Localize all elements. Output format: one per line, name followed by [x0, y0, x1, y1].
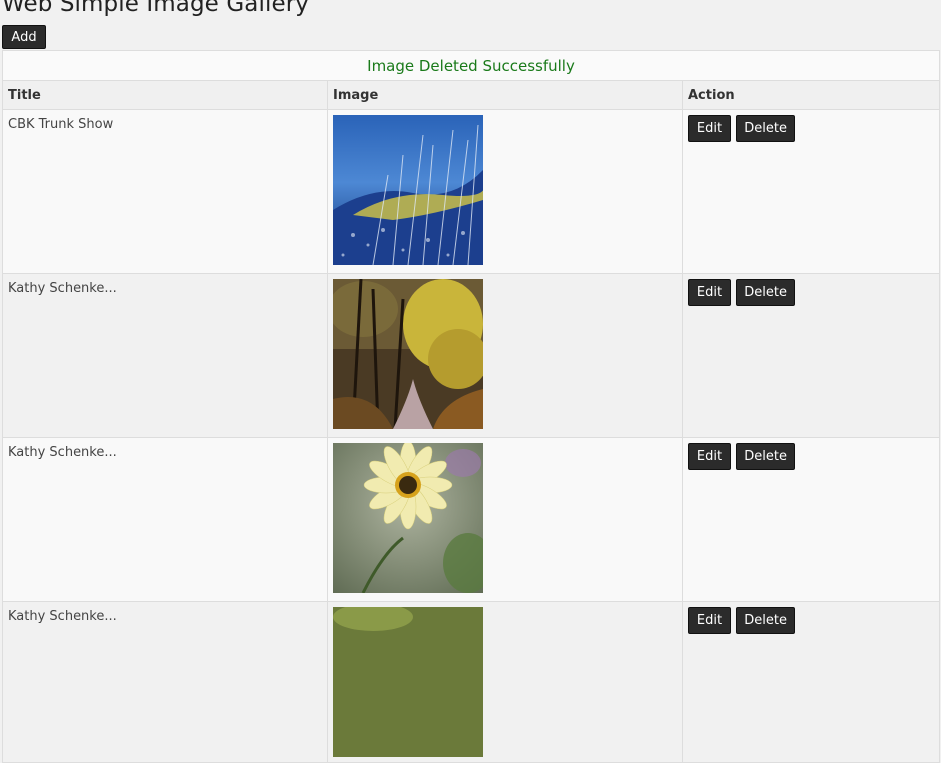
action-cell: Edit Delete — [682, 601, 940, 763]
table-row: CBK Trunk Show Edit Delete — [2, 109, 940, 274]
edit-button[interactable]: Edit — [688, 443, 731, 470]
edit-button[interactable]: Edit — [688, 115, 731, 142]
row-title: Kathy Schenke... — [2, 273, 328, 438]
column-header-title: Title — [2, 80, 328, 110]
column-header-action: Action — [682, 80, 940, 110]
blue-grass-image[interactable] — [333, 115, 483, 265]
image-cell — [327, 601, 683, 763]
autumn-path-image[interactable] — [333, 279, 483, 429]
delete-button[interactable]: Delete — [736, 279, 796, 306]
gallery-table: Image Deleted Successfully Title Image A… — [2, 50, 940, 763]
edit-button[interactable]: Edit — [688, 279, 731, 306]
action-cell: Edit Delete — [682, 273, 940, 438]
action-cell: Edit Delete — [682, 109, 940, 274]
delete-button[interactable]: Delete — [736, 115, 796, 142]
delete-button[interactable]: Delete — [736, 443, 796, 470]
status-message: Image Deleted Successfully — [2, 50, 940, 81]
row-title: CBK Trunk Show — [2, 109, 328, 274]
column-header-image: Image — [327, 80, 683, 110]
delete-button[interactable]: Delete — [736, 607, 796, 634]
edit-button[interactable]: Edit — [688, 607, 731, 634]
table-row: Kathy Schenke... Edit Delete — [2, 601, 940, 763]
green-image[interactable] — [333, 607, 483, 757]
action-cell: Edit Delete — [682, 437, 940, 602]
table-row: Kathy Schenke... Edit Delete — [2, 437, 940, 602]
image-cell — [327, 273, 683, 438]
table-row: Kathy Schenke... Edit Delete — [2, 273, 940, 438]
yellow-flower-image[interactable] — [333, 443, 483, 593]
image-cell — [327, 437, 683, 602]
page-title: Web Simple Image Gallery — [2, 0, 309, 17]
add-button[interactable]: Add — [2, 25, 46, 49]
row-title: Kathy Schenke... — [2, 437, 328, 602]
row-title: Kathy Schenke... — [2, 601, 328, 763]
image-cell — [327, 109, 683, 274]
